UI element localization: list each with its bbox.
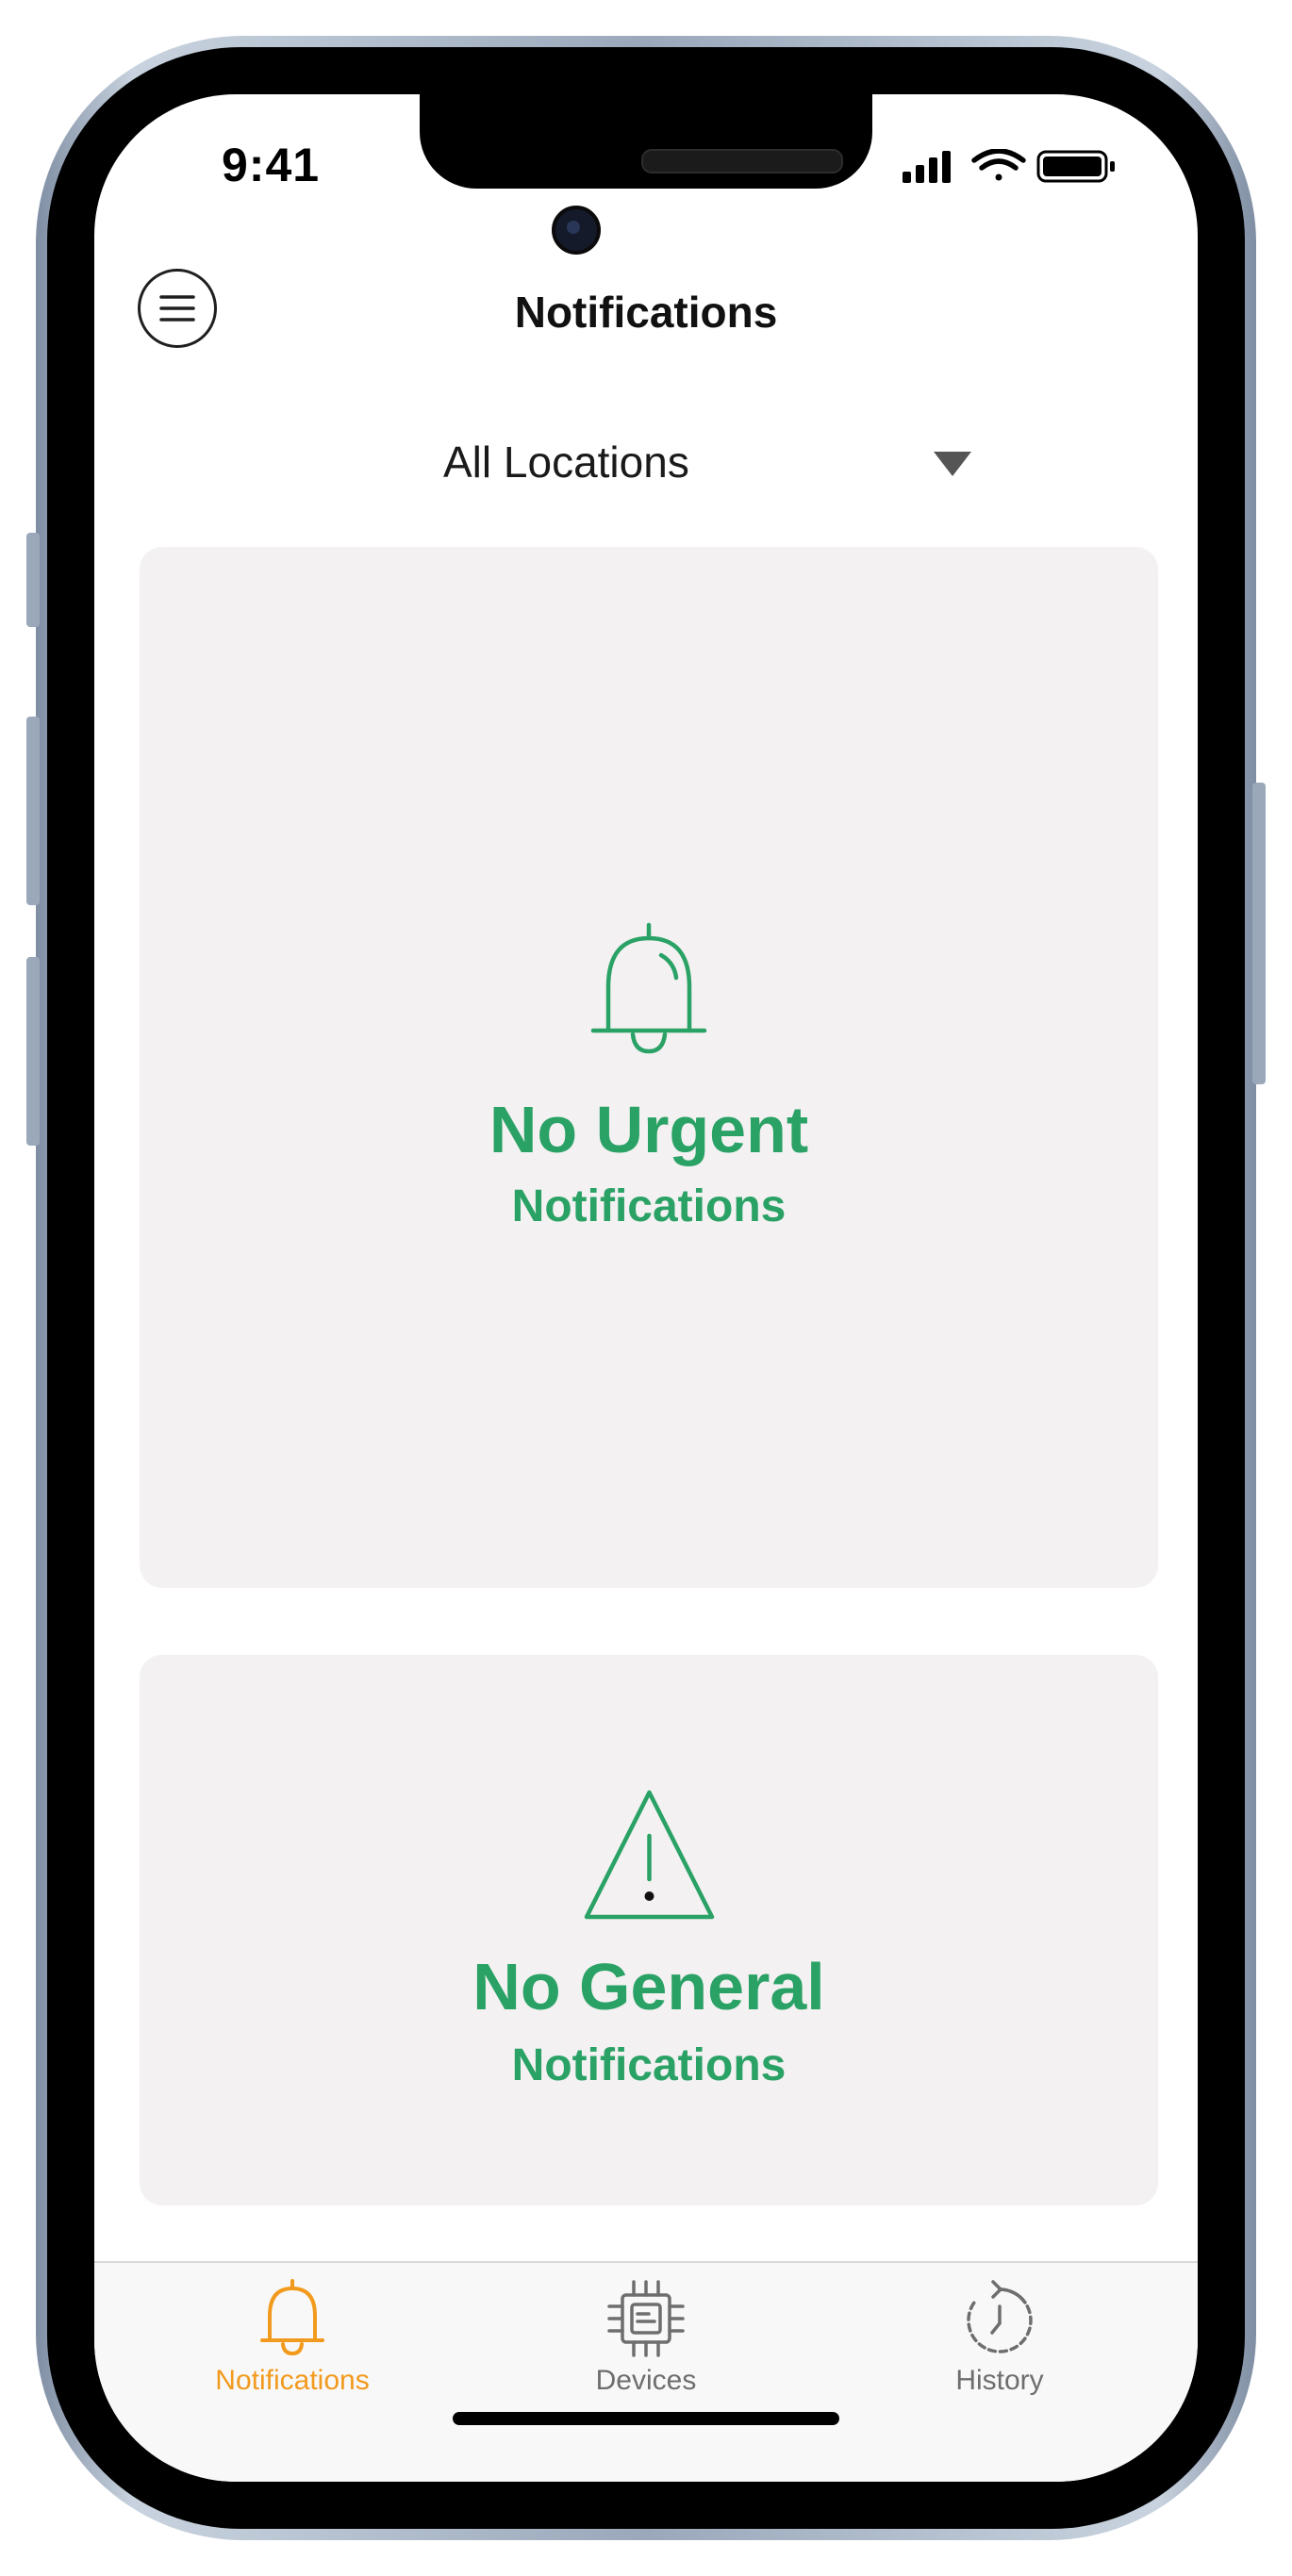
tab-history-label: History (955, 2365, 1044, 2396)
bell-icon (590, 922, 707, 1054)
speaker (641, 149, 843, 173)
location-dropdown[interactable]: All Locations (443, 429, 1075, 495)
mute-switch (26, 533, 40, 627)
home-indicator (453, 2412, 839, 2425)
urgent-card-subtitle: Notifications (511, 1181, 787, 1231)
history-icon (967, 2280, 1033, 2353)
battery-icon (1036, 150, 1115, 183)
general-card-title: No General (472, 1950, 825, 2023)
urgent-notifications-card: No Urgent Notifications (140, 547, 1158, 1588)
screen: 9:41 Notifications All Locations No Urge… (94, 94, 1198, 2482)
cellular-signal-icon (903, 151, 951, 183)
bell-icon (260, 2279, 324, 2355)
general-card-subtitle: Notifications (511, 2040, 787, 2090)
chip-icon (607, 2280, 685, 2357)
volume-up-button (26, 717, 40, 905)
status-icons (903, 149, 1115, 183)
power-button (1252, 783, 1266, 1084)
location-dropdown-value: All Locations (443, 438, 689, 487)
tab-devices[interactable]: Devices (523, 2263, 769, 2404)
status-time: 9:41 (222, 139, 321, 191)
dropdown-caret-icon (934, 452, 971, 476)
warning-triangle-icon (584, 1790, 714, 1920)
tab-devices-label: Devices (595, 2365, 697, 2396)
tab-notifications[interactable]: Notifications (170, 2263, 415, 2404)
tab-bar: Notifications Devices History (94, 2261, 1198, 2482)
notch (420, 94, 872, 189)
general-notifications-card: No General Notifications (140, 1655, 1158, 2205)
wifi-icon (971, 149, 1026, 181)
urgent-card-title: No Urgent (489, 1093, 809, 1166)
volume-down-button (26, 957, 40, 1146)
tab-notifications-label: Notifications (215, 2365, 370, 2396)
page-title: Notifications (514, 288, 778, 337)
tab-history[interactable]: History (877, 2263, 1122, 2404)
camera (552, 206, 601, 255)
